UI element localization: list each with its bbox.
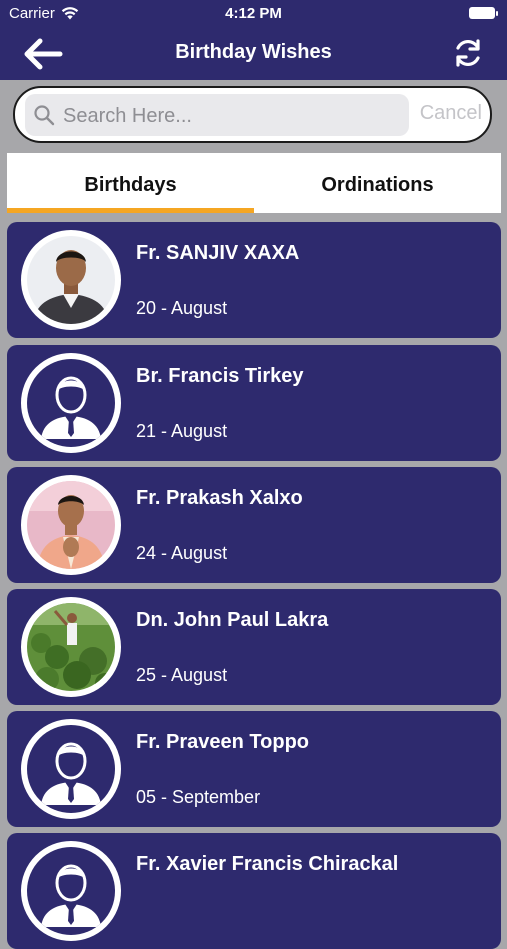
birthday-date: 21 - August — [136, 421, 228, 441]
tab-ordinations[interactable]: Ordinations — [254, 153, 501, 213]
avatar — [19, 839, 123, 943]
avatar — [19, 228, 123, 332]
person-placeholder-icon — [41, 864, 101, 927]
tab-birthdays[interactable]: Birthdays — [7, 153, 254, 213]
list-item[interactable]: Br. Francis Tirkey 21 - August — [7, 345, 501, 461]
avatar — [19, 717, 123, 821]
status-time: 4:12 PM — [225, 5, 282, 22]
person-name: Fr. SANJIV XAXA — [136, 242, 300, 264]
birthday-date: 25 - August — [136, 665, 228, 685]
search-field-container[interactable] — [25, 94, 409, 138]
search-input[interactable] — [61, 94, 405, 138]
person-name: Dn. John Paul Lakra — [136, 609, 329, 631]
battery-icon — [469, 7, 498, 19]
cancel-button[interactable]: Cancel — [420, 102, 482, 125]
birthday-date: 24 - August — [136, 543, 228, 563]
outdoor-photo — [27, 603, 115, 691]
person-placeholder-icon — [41, 376, 101, 439]
tab-bar: Birthdays Ordinations — [7, 153, 501, 213]
portrait-photo — [27, 481, 115, 569]
list-item[interactable]: Dn. John Paul Lakra 25 - August — [7, 589, 501, 705]
avatar — [19, 473, 123, 577]
list-item[interactable]: Fr. Praveen Toppo 05 - September — [7, 711, 501, 827]
search-icon — [34, 105, 55, 126]
avatar — [19, 595, 123, 699]
person-name: Fr. Praveen Toppo — [136, 731, 309, 753]
birthday-date: 05 - September — [136, 787, 261, 807]
search-bar: Cancel — [13, 86, 492, 143]
list-item[interactable]: Fr. Xavier Francis Chirackal — [7, 833, 501, 949]
avatar — [19, 351, 123, 455]
person-name: Fr. Prakash Xalxo — [136, 487, 303, 509]
list-item[interactable]: Fr. Prakash Xalxo 24 - August — [7, 467, 501, 583]
refresh-icon[interactable] — [451, 36, 485, 70]
person-name: Br. Francis Tirkey — [136, 365, 304, 387]
status-bar: Carrier 4:12 PM — [0, 0, 507, 28]
list-item[interactable]: Fr. SANJIV XAXA 20 - August — [7, 222, 501, 338]
nav-bar: Birthday Wishes — [0, 28, 507, 80]
person-placeholder-icon — [41, 742, 101, 805]
portrait-photo — [27, 236, 115, 324]
person-name: Fr. Xavier Francis Chirackal — [136, 853, 399, 875]
birthday-date: 20 - August — [136, 298, 228, 318]
page-title: Birthday Wishes — [175, 41, 332, 63]
